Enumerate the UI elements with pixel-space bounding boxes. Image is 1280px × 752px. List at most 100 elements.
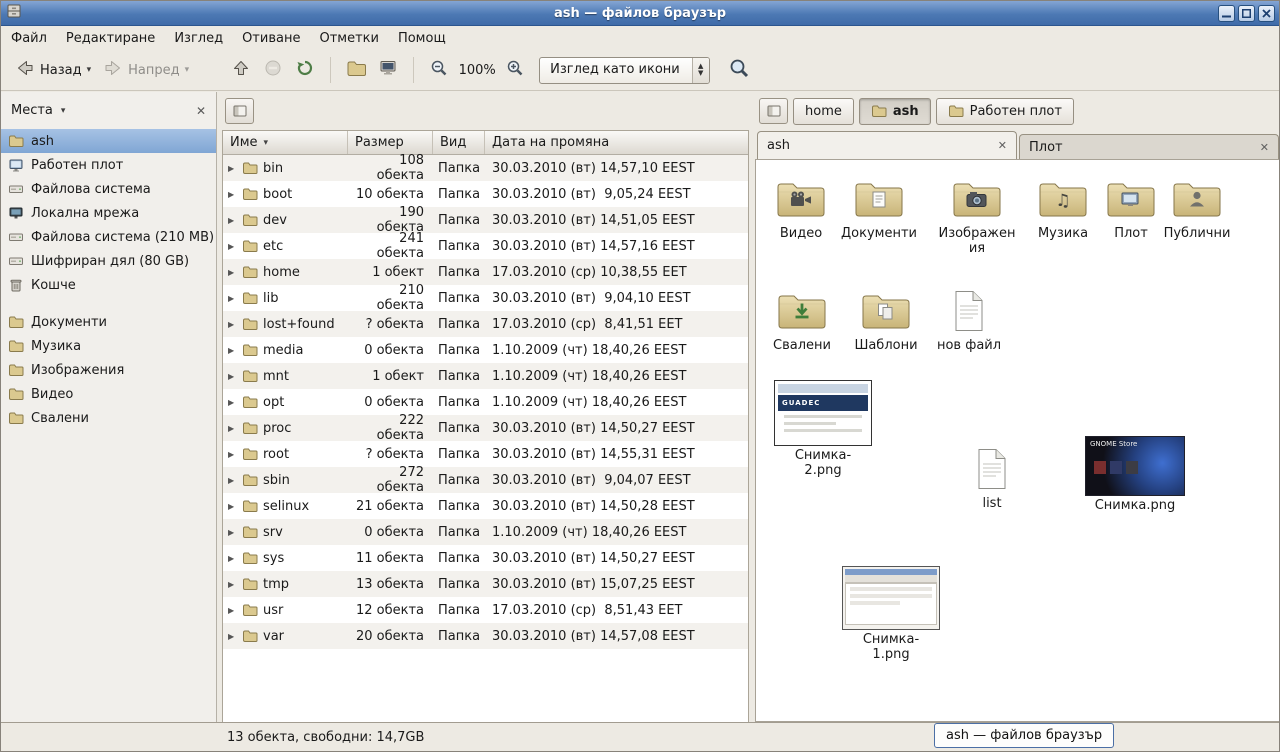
sidebar-item[interactable]: Свалени bbox=[1, 406, 216, 430]
file-icon-item[interactable]: list bbox=[949, 448, 1035, 512]
column-header-type[interactable]: Вид bbox=[433, 131, 485, 154]
sidebar-item[interactable]: Изображения bbox=[1, 358, 216, 382]
table-row[interactable]: ▶usr12 обектаПапка17.03.2010 (ср) 8,51,4… bbox=[223, 597, 748, 623]
menu-bookmarks[interactable]: Отметки bbox=[319, 31, 378, 46]
sidebar-close-icon[interactable]: ✕ bbox=[196, 104, 206, 118]
menu-view[interactable]: Изглед bbox=[174, 31, 223, 46]
table-row[interactable]: ▶tmp13 обектаПапка30.03.2010 (вт) 15,07,… bbox=[223, 571, 748, 597]
table-row[interactable]: ▶selinux21 обектаПапка30.03.2010 (вт) 14… bbox=[223, 493, 748, 519]
menu-file[interactable]: Файл bbox=[11, 31, 47, 46]
expander-icon[interactable]: ▶ bbox=[228, 216, 237, 225]
table-row[interactable]: ▶etc241 обектаПапка30.03.2010 (вт) 14,57… bbox=[223, 233, 748, 259]
sidebar-item[interactable]: Локална мрежа bbox=[1, 201, 216, 225]
forward-button[interactable]: Напред ▾ bbox=[97, 54, 195, 86]
expander-icon[interactable]: ▶ bbox=[228, 190, 237, 199]
expander-icon[interactable]: ▶ bbox=[228, 372, 237, 381]
expander-icon[interactable]: ▶ bbox=[228, 242, 237, 251]
column-header-date[interactable]: Дата на промяна bbox=[485, 131, 748, 154]
expander-icon[interactable]: ▶ bbox=[228, 476, 237, 485]
pathbar-button-ash[interactable]: ash bbox=[859, 98, 931, 125]
table-row[interactable]: ▶sbin272 обектаПапка30.03.2010 (вт) 9,04… bbox=[223, 467, 748, 493]
expander-icon[interactable]: ▶ bbox=[228, 528, 237, 537]
file-icon-item[interactable]: нов файл bbox=[926, 290, 1012, 354]
folder-icon-item[interactable]: Документи bbox=[836, 178, 922, 242]
expander-icon[interactable]: ▶ bbox=[228, 502, 237, 511]
tab-ash[interactable]: ash ✕ bbox=[757, 131, 1017, 159]
pathbar-button-home[interactable]: home bbox=[793, 98, 854, 125]
stop-button[interactable] bbox=[257, 54, 289, 86]
expander-icon[interactable]: ▶ bbox=[228, 268, 237, 277]
menu-help[interactable]: Помощ bbox=[398, 31, 446, 46]
expander-icon[interactable]: ▶ bbox=[228, 632, 237, 641]
table-row[interactable]: ▶lost+found? обектаПапка17.03.2010 (ср) … bbox=[223, 311, 748, 337]
table-row[interactable]: ▶proc222 обектаПапка30.03.2010 (вт) 14,5… bbox=[223, 415, 748, 441]
pane-location-button[interactable] bbox=[225, 98, 254, 124]
sidebar-item[interactable]: ash bbox=[1, 129, 216, 153]
computer-button[interactable] bbox=[372, 54, 404, 86]
expander-icon[interactable]: ▶ bbox=[228, 164, 237, 173]
expander-icon[interactable]: ▶ bbox=[228, 554, 237, 563]
expander-icon[interactable]: ▶ bbox=[228, 580, 237, 589]
table-row[interactable]: ▶mnt1 обектПапка1.10.2009 (чт) 18,40,26 … bbox=[223, 363, 748, 389]
combo-spinner-icon[interactable]: ▲▼ bbox=[692, 58, 709, 83]
column-header-size[interactable]: Размер bbox=[348, 131, 433, 154]
menu-go[interactable]: Отиване bbox=[242, 31, 300, 46]
folder-icon-item[interactable]: Шаблони bbox=[843, 290, 929, 354]
expander-icon[interactable]: ▶ bbox=[228, 320, 237, 329]
pathbar-button-desktop[interactable]: Работен плот bbox=[936, 98, 1074, 125]
sidebar-item[interactable]: Файлова система (210 MB) bbox=[1, 225, 216, 249]
expander-icon[interactable]: ▶ bbox=[228, 450, 237, 459]
table-row[interactable]: ▶bin108 обектаПапка30.03.2010 (вт) 14,57… bbox=[223, 155, 748, 181]
image-icon-item[interactable]: Снимка-1.png bbox=[836, 566, 946, 663]
zoom-in-button[interactable] bbox=[499, 54, 531, 86]
up-button[interactable] bbox=[225, 54, 257, 86]
reload-button[interactable] bbox=[289, 54, 321, 86]
sidebar-item[interactable]: Кошче bbox=[1, 273, 216, 297]
sidebar-item[interactable]: Файлова система bbox=[1, 177, 216, 201]
close-button[interactable] bbox=[1258, 5, 1275, 22]
pathbar-root-button[interactable] bbox=[759, 98, 788, 124]
image-icon-item[interactable]: GUADECСнимка-2.png bbox=[768, 380, 878, 479]
expander-icon[interactable]: ▶ bbox=[228, 424, 237, 433]
table-row[interactable]: ▶media0 обектаПапка1.10.2009 (чт) 18,40,… bbox=[223, 337, 748, 363]
search-button[interactable] bbox=[722, 53, 756, 87]
column-header-name[interactable]: Име ▾ bbox=[223, 131, 348, 154]
table-row[interactable]: ▶boot10 обектаПапка30.03.2010 (вт) 9,05,… bbox=[223, 181, 748, 207]
zoom-out-button[interactable] bbox=[423, 54, 455, 86]
view-mode-select[interactable]: Изглед като икони ▲▼ bbox=[539, 57, 710, 84]
table-row[interactable]: ▶root? обектаПапка30.03.2010 (вт) 14,55,… bbox=[223, 441, 748, 467]
table-row[interactable]: ▶srv0 обектаПапка1.10.2009 (чт) 18,40,26… bbox=[223, 519, 748, 545]
table-row[interactable]: ▶var20 обектаПапка30.03.2010 (вт) 14,57,… bbox=[223, 623, 748, 649]
tab-plot[interactable]: Плот ✕ bbox=[1019, 134, 1279, 159]
folder-icon-item[interactable]: Изображения bbox=[934, 178, 1020, 257]
expander-icon[interactable]: ▶ bbox=[228, 398, 237, 407]
tab-close-icon[interactable]: ✕ bbox=[998, 139, 1007, 152]
tab-close-icon[interactable]: ✕ bbox=[1260, 141, 1269, 154]
titlebar[interactable]: ash — файлов браузър bbox=[1, 1, 1279, 26]
table-row[interactable]: ▶lib210 обектаПапка30.03.2010 (вт) 9,04,… bbox=[223, 285, 748, 311]
table-row[interactable]: ▶dev190 обектаПапка30.03.2010 (вт) 14,51… bbox=[223, 207, 748, 233]
home-button[interactable] bbox=[340, 54, 372, 86]
expander-icon[interactable]: ▶ bbox=[228, 294, 237, 303]
back-dropdown-icon[interactable]: ▾ bbox=[87, 65, 92, 75]
table-row[interactable]: ▶sys11 обектаПапка30.03.2010 (вт) 14,50,… bbox=[223, 545, 748, 571]
folder-icon-item[interactable]: Свалени bbox=[759, 290, 845, 354]
sidebar-item[interactable]: Шифриран дял (80 GB) bbox=[1, 249, 216, 273]
expander-icon[interactable]: ▶ bbox=[228, 606, 237, 615]
image-icon-item[interactable]: GNOME StoreСнимка.png bbox=[1080, 436, 1190, 514]
table-row[interactable]: ▶home1 обектПапка17.03.2010 (ср) 10,38,5… bbox=[223, 259, 748, 285]
sidebar-item[interactable]: Документи bbox=[1, 310, 216, 334]
folder-icon-item[interactable]: Видео bbox=[758, 178, 844, 242]
minimize-button[interactable] bbox=[1218, 5, 1235, 22]
back-button[interactable]: Назад ▾ bbox=[9, 54, 97, 86]
maximize-button[interactable] bbox=[1238, 5, 1255, 22]
expander-icon[interactable]: ▶ bbox=[228, 346, 237, 355]
icon-view[interactable]: ВидеоДокументиИзображения♫МузикаПлотПубл… bbox=[755, 159, 1280, 722]
sidebar-item[interactable]: Работен плот bbox=[1, 153, 216, 177]
table-row[interactable]: ▶opt0 обектаПапка1.10.2009 (чт) 18,40,26… bbox=[223, 389, 748, 415]
sidebar-item[interactable]: Видео bbox=[1, 382, 216, 406]
sidebar-dropdown-icon[interactable]: ▾ bbox=[61, 106, 66, 116]
sidebar-title[interactable]: Места bbox=[11, 103, 53, 118]
sidebar-item[interactable]: Музика bbox=[1, 334, 216, 358]
folder-icon-item[interactable]: Публични bbox=[1154, 178, 1240, 242]
